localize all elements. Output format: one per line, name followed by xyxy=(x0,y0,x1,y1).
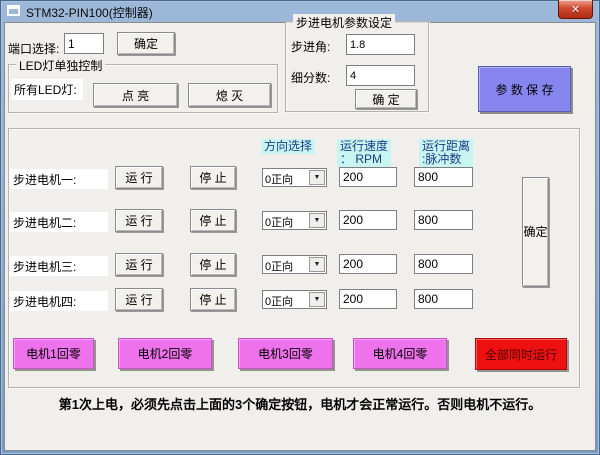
direction-value: 0正向 xyxy=(265,171,293,187)
motor1-speed-input[interactable] xyxy=(339,167,397,187)
motor1-distance-input[interactable] xyxy=(414,167,473,187)
motor4-label: 步进电机四: xyxy=(10,291,108,311)
led-off-button[interactable]: 熄 灭 xyxy=(188,83,271,107)
step-angle-input[interactable] xyxy=(346,34,415,55)
app-window: STM32-PIN100(控制器) ✕ 端口选择: 确定 LED灯单独控制 所有… xyxy=(0,0,600,455)
motor2-zero-button[interactable]: 电机2回零 xyxy=(118,338,212,369)
motor1-label: 步进电机一: xyxy=(10,169,108,189)
chevron-down-icon[interactable]: ▼ xyxy=(309,292,325,307)
led-on-button[interactable]: 点 亮 xyxy=(93,83,178,107)
motor2-direction-select[interactable]: 0正向 ▼ xyxy=(262,211,327,230)
motor1-zero-button[interactable]: 电机1回零 xyxy=(13,338,94,369)
direction-value: 0正向 xyxy=(265,258,293,274)
close-icon: ✕ xyxy=(571,3,580,16)
motor2-label: 步进电机二: xyxy=(10,212,108,232)
subdivision-input[interactable] xyxy=(346,65,415,86)
chevron-down-icon[interactable]: ▼ xyxy=(309,257,325,272)
step-angle-label: 步进角: xyxy=(291,38,330,55)
window-title: STM32-PIN100(控制器) xyxy=(26,4,153,21)
motor3-direction-select[interactable]: 0正向 ▼ xyxy=(262,255,327,274)
run-all-button[interactable]: 全部同时运行 xyxy=(475,338,567,370)
direction-value: 0正向 xyxy=(265,293,293,309)
motor4-speed-input[interactable] xyxy=(339,289,397,309)
chevron-down-icon[interactable]: ▼ xyxy=(309,170,325,185)
subdivision-label: 细分数: xyxy=(291,69,330,86)
motor4-run-button[interactable]: 运 行 xyxy=(115,288,163,311)
distance-header: 运行距离 :脉冲数 xyxy=(419,139,473,167)
port-input[interactable] xyxy=(64,33,104,54)
direction-header: 方向选择 xyxy=(261,139,315,154)
motor1-run-button[interactable]: 运 行 xyxy=(115,166,163,189)
motor3-stop-button[interactable]: 停 止 xyxy=(190,253,236,276)
led-group-title: LED灯单独控制 xyxy=(16,57,105,74)
motor-row-1: 步进电机一: 运 行 停 止 0正向 ▼ xyxy=(0,166,600,192)
motor-row-4: 步进电机四: 运 行 停 止 0正向 ▼ xyxy=(0,288,600,314)
motor2-run-button[interactable]: 运 行 xyxy=(115,209,163,232)
port-confirm-button[interactable]: 确定 xyxy=(117,32,175,55)
motor3-speed-input[interactable] xyxy=(339,254,397,274)
motor3-zero-button[interactable]: 电机3回零 xyxy=(238,338,333,369)
motors-confirm-button[interactable]: 确定 xyxy=(522,177,549,287)
motor4-zero-button[interactable]: 电机4回零 xyxy=(353,338,447,369)
motor3-distance-input[interactable] xyxy=(414,254,473,274)
all-led-label: 所有LED灯: xyxy=(11,79,83,100)
motor2-distance-input[interactable] xyxy=(414,210,473,230)
speed-header: 运行速度 ： RPM xyxy=(337,139,391,167)
motor3-run-button[interactable]: 运 行 xyxy=(115,253,163,276)
chevron-down-icon[interactable]: ▼ xyxy=(309,213,325,228)
close-button[interactable]: ✕ xyxy=(558,0,593,19)
motor-row-3: 步进电机三: 运 行 停 止 0正向 ▼ xyxy=(0,253,600,279)
motor-row-2: 步进电机二: 运 行 停 止 0正向 ▼ xyxy=(0,209,600,235)
params-confirm-button[interactable]: 确 定 xyxy=(355,89,417,109)
direction-value: 0正向 xyxy=(265,214,293,230)
speed-header-line2: ： RPM xyxy=(340,153,388,166)
params-group-title: 步进电机参数设定 xyxy=(293,14,395,31)
motor2-speed-input[interactable] xyxy=(339,210,397,230)
app-icon xyxy=(7,5,20,16)
motor1-stop-button[interactable]: 停 止 xyxy=(190,166,236,189)
motor2-stop-button[interactable]: 停 止 xyxy=(190,209,236,232)
port-select-label: 端口选择: xyxy=(8,40,59,57)
motor1-direction-select[interactable]: 0正向 ▼ xyxy=(262,168,327,187)
motor4-distance-input[interactable] xyxy=(414,289,473,309)
startup-note: 第1次上电，必须先点击上面的3个确定按钮，电机才会正常运行。否则电机不运行。 xyxy=(0,394,600,413)
distance-header-line2: :脉冲数 xyxy=(422,153,470,166)
motor3-label: 步进电机三: xyxy=(10,256,108,276)
motor4-stop-button[interactable]: 停 止 xyxy=(190,288,236,311)
save-params-button[interactable]: 参 数 保 存 xyxy=(478,66,571,112)
motor4-direction-select[interactable]: 0正向 ▼ xyxy=(262,290,327,309)
